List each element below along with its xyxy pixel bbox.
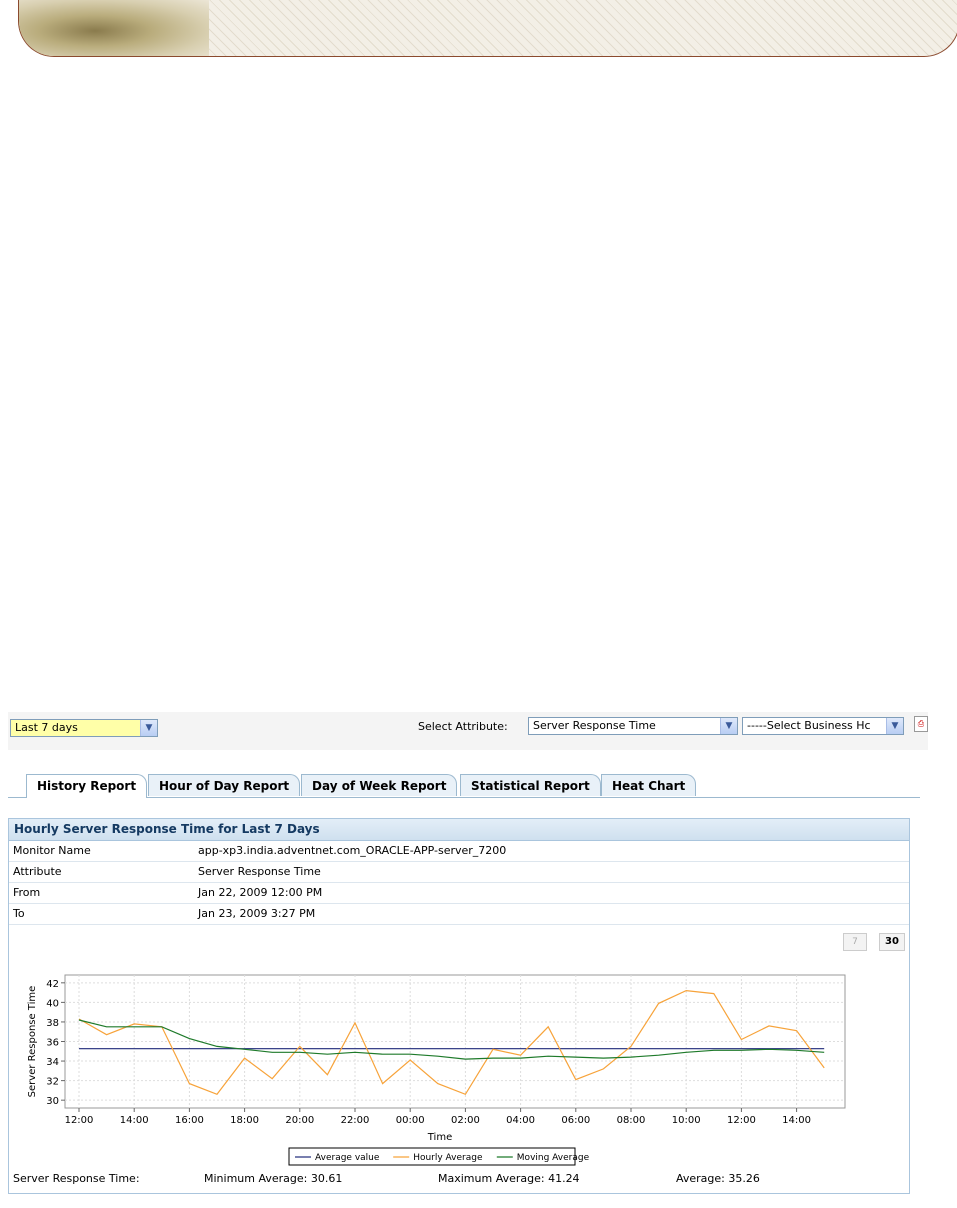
chevron-down-icon[interactable]: ▼ — [720, 718, 737, 734]
tab-hour-of-day-report[interactable]: Hour of Day Report — [148, 774, 301, 796]
y-tick-label: 30 — [46, 1096, 59, 1107]
stats-label: Server Response Time: — [13, 1172, 140, 1185]
header-banner — [18, 0, 957, 57]
response-time-chart: 30 32 34 36 38 40 42 12:00 14:00 16:00 18:00 20:00 2… — [27, 974, 846, 1166]
report-tabs: History Report Hour of Day Report Day of… — [8, 774, 920, 798]
stat-maximum: Maximum Average: 41.24 — [438, 1172, 580, 1185]
x-tick-label: 16:00 — [175, 1115, 204, 1126]
legend-average-value-label: Average value — [315, 1153, 380, 1163]
x-tick-label: 04:00 — [506, 1115, 535, 1126]
banner-logo-art — [19, 0, 209, 56]
info-row-attribute: Attribute Server Response Time — [9, 862, 909, 883]
info-value: Jan 22, 2009 12:00 PM — [198, 886, 323, 899]
x-tick-label: 14:00 — [120, 1115, 149, 1126]
attribute-select[interactable]: Server Response Time ▼ — [528, 717, 738, 735]
info-row-from: From Jan 22, 2009 12:00 PM — [9, 883, 909, 904]
business-hours-select[interactable]: -----Select Business Hc ▼ — [742, 717, 904, 735]
info-row-monitor-name: Monitor Name app-xp3.india.adventnet.com… — [9, 841, 909, 862]
info-value: app-xp3.india.adventnet.com_ORACLE-APP-s… — [198, 844, 507, 857]
y-tick-label: 38 — [46, 1018, 59, 1029]
x-tick-label: 14:00 — [782, 1115, 811, 1126]
report-toolbar: Last 7 days ▼ Select Attribute: Server R… — [8, 712, 928, 750]
info-row-to: To Jan 23, 2009 3:27 PM — [9, 904, 909, 925]
x-tick-label: 00:00 — [396, 1115, 425, 1126]
x-tick-label: 18:00 — [230, 1115, 259, 1126]
x-tick-label: 20:00 — [285, 1115, 314, 1126]
y-tick-label: 32 — [46, 1077, 59, 1088]
panel-title: Hourly Server Response Time for Last 7 D… — [9, 819, 909, 841]
y-tick-label: 40 — [46, 998, 59, 1009]
tab-history-report[interactable]: History Report — [26, 774, 148, 798]
y-tick-label: 36 — [46, 1038, 59, 1049]
history-report-panel: Hourly Server Response Time for Last 7 D… — [8, 818, 910, 1194]
info-key: Monitor Name — [13, 844, 91, 857]
stat-average: Average: 35.26 — [676, 1172, 760, 1185]
attribute-select-value: Server Response Time — [533, 719, 656, 732]
tab-heat-chart[interactable]: Heat Chart — [601, 774, 697, 796]
info-key: From — [13, 886, 41, 899]
x-tick-label: 06:00 — [561, 1115, 590, 1126]
y-tick-label: 42 — [46, 979, 59, 990]
legend-hourly-average-label: Hourly Average — [413, 1153, 483, 1163]
x-tick-label: 22:00 — [341, 1115, 370, 1126]
period-select-value: Last 7 days — [15, 721, 78, 734]
info-value: Server Response Time — [198, 865, 321, 878]
period-select[interactable]: Last 7 days ▼ — [10, 719, 158, 737]
y-tick-label: 34 — [46, 1057, 59, 1068]
chevron-down-icon[interactable]: ▼ — [140, 720, 157, 736]
x-tick-label: 02:00 — [451, 1115, 480, 1126]
info-key: To — [13, 907, 25, 920]
x-tick-label: 08:00 — [617, 1115, 646, 1126]
tab-statistical-report[interactable]: Statistical Report — [460, 774, 601, 796]
stat-minimum: Minimum Average: 30.61 — [204, 1172, 343, 1185]
x-tick-label: 12:00 — [65, 1115, 94, 1126]
pdf-export-icon[interactable]: ⎙ — [914, 716, 928, 732]
period-30-days-button[interactable]: 30 — [879, 933, 905, 951]
info-key: Attribute — [13, 865, 62, 878]
y-axis-label: Server Response Time — [27, 986, 38, 1098]
business-hours-value: -----Select Business Hc — [747, 719, 871, 732]
x-tick-label: 10:00 — [672, 1115, 701, 1126]
legend-moving-average-label: Moving Average — [517, 1153, 590, 1163]
tab-day-of-week-report[interactable]: Day of Week Report — [301, 774, 458, 796]
period-7-days-button[interactable]: 7 — [843, 933, 867, 951]
chevron-down-icon[interactable]: ▼ — [886, 718, 903, 734]
x-tick-label: 12:00 — [727, 1115, 756, 1126]
info-value: Jan 23, 2009 3:27 PM — [198, 907, 316, 920]
attribute-label: Select Attribute: — [418, 720, 508, 733]
x-axis-label: Time — [427, 1132, 452, 1143]
